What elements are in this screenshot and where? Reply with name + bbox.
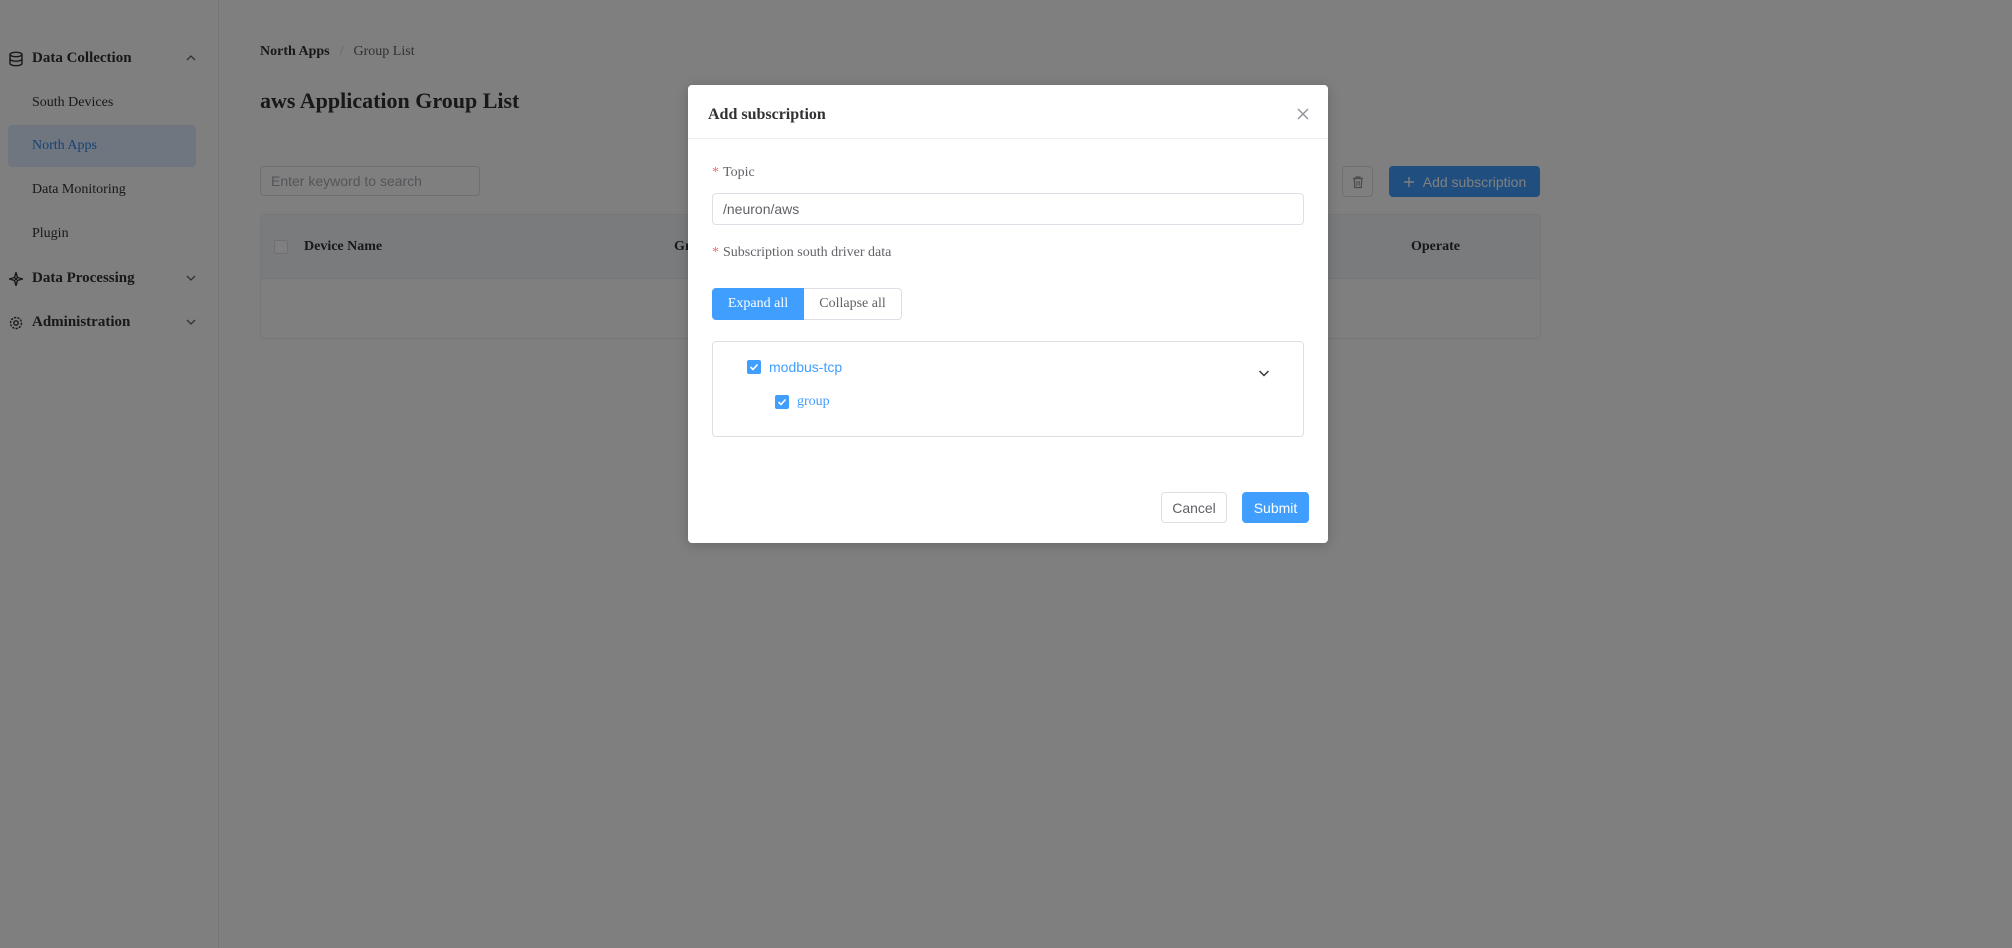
checkbox-checked-icon[interactable] [747, 360, 761, 374]
tree-node-modbus-tcp[interactable]: modbus-tcp [747, 359, 842, 375]
dialog-title: Add subscription [708, 106, 826, 123]
required-mark: * [712, 165, 719, 180]
required-mark: * [712, 245, 719, 260]
topic-label: * Topic [712, 165, 755, 181]
driver-data-label-text: Subscription south driver data [723, 245, 892, 260]
close-icon[interactable] [1296, 107, 1310, 121]
checkbox-checked-icon[interactable] [775, 395, 789, 409]
tree-node-group[interactable]: group [775, 394, 830, 410]
driver-data-label: * Subscription south driver data [712, 245, 891, 261]
topic-input[interactable] [712, 193, 1304, 225]
cancel-button[interactable]: Cancel [1161, 492, 1227, 523]
submit-button[interactable]: Submit [1242, 492, 1309, 523]
collapse-all-button[interactable]: Collapse all [804, 288, 902, 320]
driver-tree: modbus-tcp group [712, 341, 1304, 437]
chevron-down-icon[interactable] [1257, 366, 1271, 380]
expand-collapse-group: Expand all Collapse all [712, 288, 902, 320]
add-subscription-dialog: Add subscription * Topic * Subscription so… [688, 85, 1328, 543]
topic-label-text: Topic [723, 165, 755, 180]
dialog-header: Add subscription [688, 85, 1328, 139]
tree-node-label: group [797, 394, 830, 409]
expand-all-button[interactable]: Expand all [712, 288, 804, 320]
tree-node-label: modbus-tcp [769, 359, 843, 375]
